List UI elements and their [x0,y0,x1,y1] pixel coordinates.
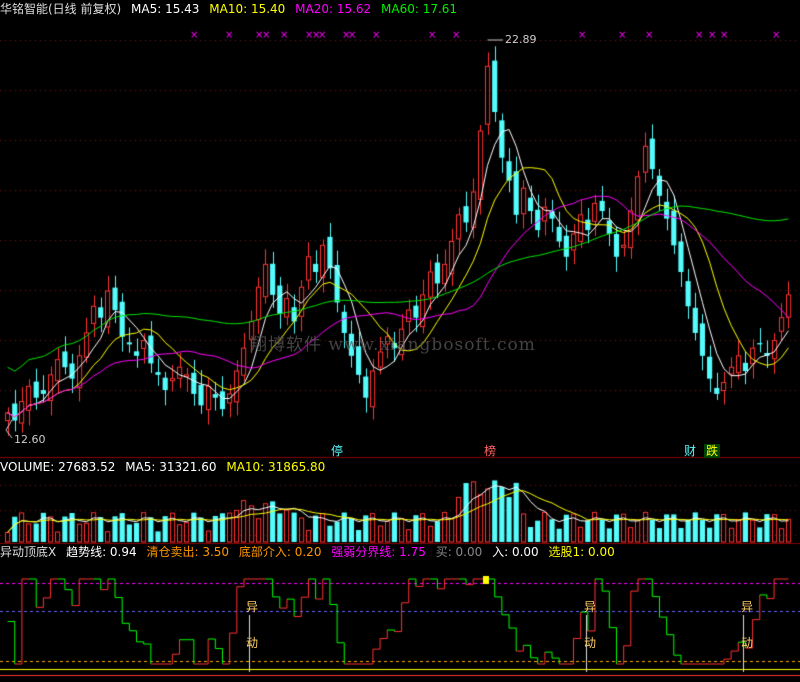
badge-finance[interactable]: 财 [682,444,698,458]
bottom-readout: 底部介入: 0.20 [238,545,322,559]
in-readout: 入: 0.00 [492,545,539,559]
ma10-readout: MA10: 15.40 [209,2,286,16]
signal-dong-2: 动 [584,636,597,650]
vol-ma10-readout: MA10: 31865.80 [226,460,326,474]
ma5-readout: MA5: 15.43 [131,2,200,16]
sell-readout: 清仓卖出: 3.50 [146,545,230,559]
stock-title: 华铭智能(日线 前复权) [0,2,122,16]
ma20-readout: MA20: 15.62 [295,2,372,16]
high-price-label: 22.89 [505,33,537,46]
trend-readout: 趋势线: 0.94 [66,545,137,559]
buy-readout: 买: 0.00 [435,545,483,559]
ma60-readout: MA60: 17.61 [381,2,458,16]
watermark: 翔博软件 www.xiangbosoft.com [250,335,536,355]
low-price-label: 12.60 [14,433,46,446]
main-header: 华铭智能(日线 前复权) MA5: 15.43 MA10: 15.40 MA20… [0,1,463,17]
signal-yi-2: 异 [584,600,597,614]
signal-dong-1: 动 [246,636,259,650]
indicator-header: 异动顶底X 趋势线: 0.94 清仓卖出: 3.50 底部介入: 0.20 强弱… [0,544,621,560]
indicator-name: 异动顶底X [0,545,57,559]
divide-readout: 强弱分界线: 1.75 [331,545,426,559]
pick-readout: 选股1: 0.00 [548,545,615,559]
signal-yi-3: 异 [741,600,754,614]
signal-dong-3: 动 [741,636,754,650]
badge-halt[interactable]: 停 [329,444,345,458]
badge-drop[interactable]: 跌 [704,444,721,458]
volume-header: VOLUME: 27683.52 MA5: 31321.60 MA10: 318… [0,459,331,475]
vol-ma5-readout: MA5: 31321.60 [125,460,217,474]
signal-yi-1: 异 [246,600,259,614]
volume-readout: VOLUME: 27683.52 [0,460,116,474]
badge-list[interactable]: 榜 [482,444,498,458]
